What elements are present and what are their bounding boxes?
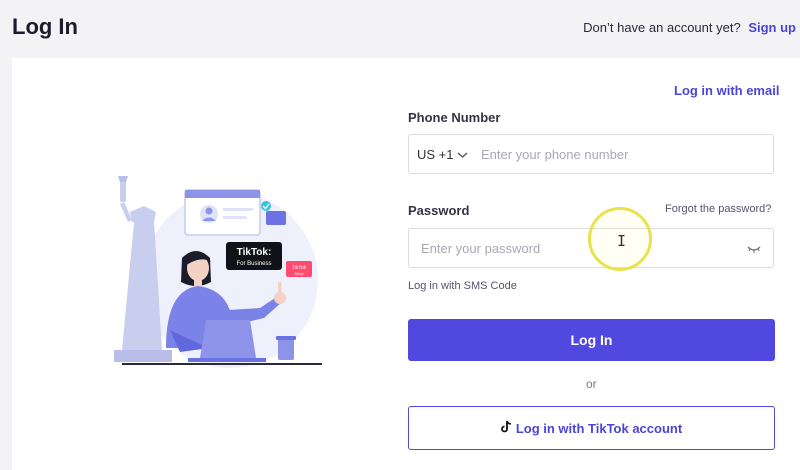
badge-subtitle: For Business [236,261,271,267]
email-login-link[interactable]: Log in with email [674,83,779,98]
illustration-graphic: TikTok: For Business TikTok Shop [114,176,322,368]
sms-login-link[interactable]: Log in with SMS Code [408,280,517,292]
laptop-icon [200,320,256,358]
country-code-value: US +1 [417,147,454,162]
tiktok-login-button[interactable]: Log in with TikTok account [408,406,775,450]
or-divider-text: or [586,377,597,391]
signup-prompt-text: Don’t have an account yet? [583,20,741,35]
login-button[interactable]: Log In [408,319,775,361]
country-code-select[interactable]: US +1 [417,147,468,162]
password-input[interactable]: Enter your password [421,241,540,256]
eye-closed-icon[interactable] [747,241,761,259]
tiktok-icon [500,420,512,436]
phone-input[interactable]: Enter your phone number [481,147,628,162]
tiktok-login-label: Log in with TikTok account [515,420,683,436]
signup-link[interactable]: Sign up [748,20,796,35]
page-title: Log In [12,14,78,39]
forgot-password-link[interactable]: Forgot the password? [665,203,771,215]
phone-field[interactable]: US +1 Enter your phone number [408,134,774,174]
text-cursor-icon: I [617,232,627,250]
header: Log In Don’t have an account yet? Sign u… [0,0,800,56]
login-illustration: TikTok: For Business TikTok Shop [110,170,335,380]
chevron-down-icon [457,147,468,162]
badge-title: TikTok: [237,247,272,258]
signup-prompt: Don’t have an account yet? Sign up [583,20,796,35]
phone-label: Phone Number [408,110,501,125]
password-label: Password [408,203,470,218]
shop-tag-subtitle: Shop [294,271,304,276]
